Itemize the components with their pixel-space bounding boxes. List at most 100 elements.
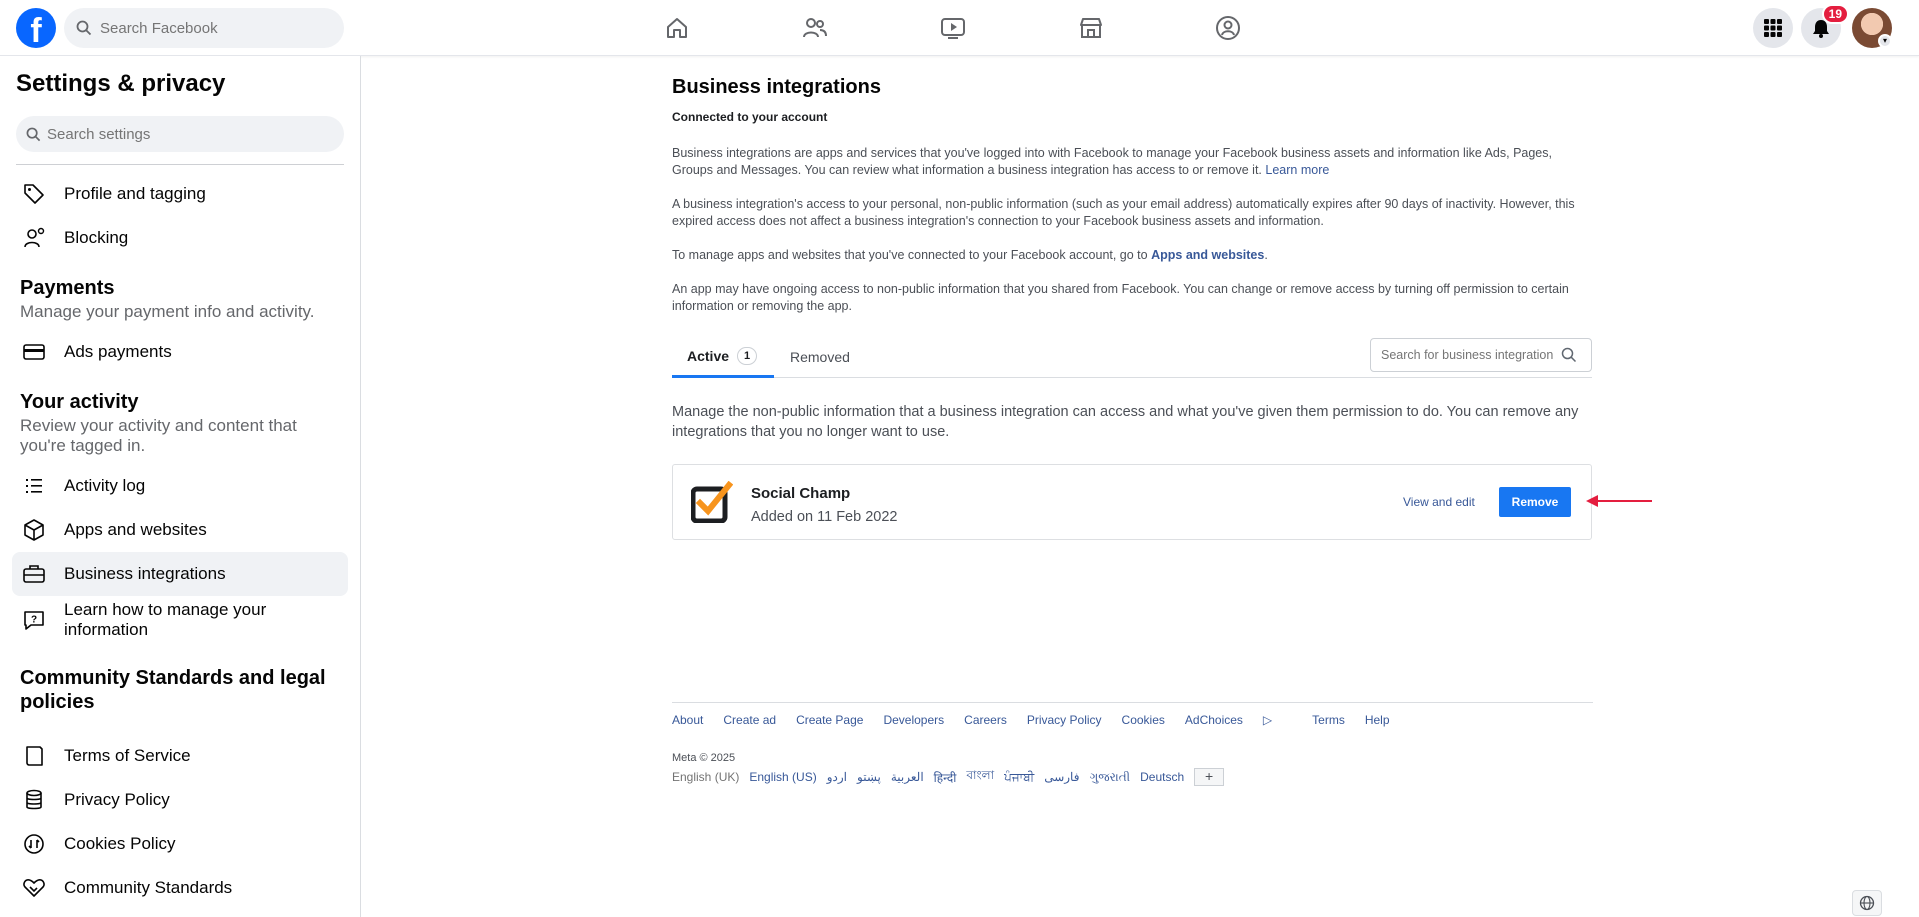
community-heading: Community Standards and legal policies bbox=[20, 667, 326, 713]
friends-nav[interactable] bbox=[785, 0, 845, 56]
settings-search[interactable] bbox=[16, 116, 344, 152]
sidebar-item-business-integrations[interactable]: Business integrations bbox=[12, 552, 348, 596]
cube-icon bbox=[20, 516, 48, 544]
payments-subtitle: Manage your payment info and activity. bbox=[20, 302, 315, 321]
language-link[interactable]: اردو bbox=[827, 770, 847, 784]
facebook-logo[interactable]: f bbox=[16, 8, 56, 48]
page-subtitle: Connected to your account bbox=[672, 110, 828, 124]
globe-icon[interactable] bbox=[1852, 890, 1882, 916]
search-icon bbox=[26, 127, 41, 141]
menu-button[interactable] bbox=[1753, 8, 1793, 48]
settings-search-input[interactable] bbox=[47, 125, 327, 143]
person-block-icon bbox=[20, 224, 48, 252]
sidebar-item-learn-manage[interactable]: ? Learn how to manage your information bbox=[12, 596, 348, 644]
sidebar-item-label: Apps and websites bbox=[64, 520, 207, 539]
footer-link[interactable]: Cookies bbox=[1122, 713, 1165, 727]
card-icon bbox=[20, 338, 48, 366]
description-paragraph-3: To manage apps and websites that you've … bbox=[672, 248, 1268, 262]
integration-card: Social Champ Added on 11 Feb 2022 View a… bbox=[672, 464, 1592, 540]
description-paragraph-1: Business integrations are apps and servi… bbox=[672, 146, 1552, 177]
language-list: English (UK) English (US) اردو پښتو العر… bbox=[672, 767, 1225, 787]
social-champ-logo-icon bbox=[691, 481, 733, 523]
footer-link[interactable]: Developers bbox=[883, 713, 944, 727]
sidebar-item-label: Profile and tagging bbox=[64, 184, 206, 203]
facebook-search-input[interactable] bbox=[100, 19, 320, 37]
footer-link-adchoices[interactable]: AdChoices ▷ bbox=[1185, 713, 1292, 727]
settings-sidebar: Settings & privacy Profile and tagging B… bbox=[0, 56, 361, 917]
description-paragraph-2: A business integration's access to your … bbox=[672, 197, 1575, 228]
sidebar-item-privacy-policy[interactable]: Privacy Policy bbox=[12, 778, 348, 822]
sidebar-item-profile-tagging[interactable]: Profile and tagging bbox=[12, 172, 348, 216]
notifications-button[interactable]: 19 bbox=[1801, 4, 1849, 48]
more-languages-button[interactable]: + bbox=[1194, 768, 1225, 786]
footer-link[interactable]: Help bbox=[1365, 713, 1390, 727]
list-icon bbox=[20, 472, 48, 500]
language-link[interactable]: English (US) bbox=[749, 770, 816, 784]
sidebar-item-label: Terms of Service bbox=[64, 746, 191, 765]
language-link[interactable]: हिन्दी bbox=[934, 769, 957, 786]
home-icon bbox=[667, 18, 687, 38]
active-count-badge: 1 bbox=[737, 346, 758, 365]
footer-link[interactable]: Create ad bbox=[723, 713, 776, 727]
sidebar-divider bbox=[16, 164, 344, 165]
tab-active[interactable]: Active 1 bbox=[672, 336, 774, 378]
watch-nav[interactable] bbox=[923, 0, 983, 56]
sidebar-item-cookies-policy[interactable]: Cookies Policy bbox=[12, 822, 348, 866]
language-link[interactable]: فارسی bbox=[1044, 770, 1079, 784]
integration-added-date: Added on 11 Feb 2022 bbox=[751, 509, 898, 525]
language-link[interactable]: العربية bbox=[891, 770, 924, 784]
sidebar-item-label: Privacy Policy bbox=[64, 790, 170, 809]
tab-removed[interactable]: Removed bbox=[790, 336, 850, 378]
footer-divider bbox=[672, 702, 1593, 703]
footer-link[interactable]: Privacy Policy bbox=[1027, 713, 1102, 727]
sidebar-item-blocking[interactable]: Blocking bbox=[12, 216, 348, 260]
groups-nav[interactable] bbox=[1198, 0, 1258, 56]
grid-menu-icon bbox=[1764, 19, 1782, 37]
video-icon bbox=[941, 18, 965, 39]
language-link[interactable]: ગુજરાતી bbox=[1089, 770, 1130, 785]
business-integration-search-input[interactable] bbox=[1381, 348, 1553, 362]
facebook-search[interactable] bbox=[64, 8, 344, 48]
sidebar-item-community-standards[interactable]: Community Standards bbox=[12, 866, 348, 910]
database-icon bbox=[20, 786, 48, 814]
tag-icon bbox=[20, 180, 48, 208]
marketplace-icon bbox=[1080, 18, 1102, 38]
home-nav[interactable] bbox=[647, 0, 707, 56]
description-paragraph-4: An app may have ongoing access to non-pu… bbox=[672, 282, 1569, 313]
page-title: Business integrations bbox=[672, 76, 881, 98]
footer-link[interactable]: Create Page bbox=[796, 713, 863, 727]
footer-link[interactable]: Terms bbox=[1312, 713, 1345, 727]
svg-text:?: ? bbox=[31, 615, 37, 626]
language-link[interactable]: ਪੰਜਾਬੀ bbox=[1004, 770, 1034, 785]
marketplace-nav[interactable] bbox=[1061, 0, 1121, 56]
remove-button[interactable]: Remove bbox=[1499, 487, 1571, 517]
groups-icon bbox=[1216, 16, 1240, 40]
sidebar-item-apps-websites[interactable]: Apps and websites bbox=[12, 508, 348, 552]
sidebar-item-activity-log[interactable]: Activity log bbox=[12, 464, 348, 508]
manage-intro-text: Manage the non-public information that a… bbox=[672, 404, 1579, 440]
cookie-icon bbox=[20, 830, 48, 858]
language-link[interactable]: বাংলা bbox=[966, 767, 994, 787]
business-integration-search[interactable] bbox=[1370, 338, 1592, 372]
help-chat-icon: ? bbox=[20, 606, 48, 634]
friends-icon bbox=[803, 18, 827, 38]
footer-link[interactable]: About bbox=[672, 713, 703, 727]
search-icon bbox=[76, 20, 92, 36]
adchoices-icon: ▷ bbox=[1262, 713, 1273, 727]
language-link[interactable]: Deutsch bbox=[1140, 770, 1184, 784]
sidebar-title: Settings & privacy bbox=[16, 70, 226, 97]
learn-more-link[interactable]: Learn more bbox=[1265, 163, 1329, 177]
sidebar-item-terms[interactable]: Terms of Service bbox=[12, 734, 348, 778]
apps-websites-link[interactable]: Apps and websites bbox=[1151, 248, 1264, 262]
payments-heading: Payments bbox=[20, 277, 115, 299]
activity-subtitle: Review your activity and content that yo… bbox=[20, 416, 297, 455]
sidebar-item-label: Blocking bbox=[64, 228, 129, 247]
footer-links: About Create ad Create Page Developers C… bbox=[672, 713, 1410, 727]
view-and-edit-link[interactable]: View and edit bbox=[1403, 495, 1475, 509]
sidebar-item-label: Cookies Policy bbox=[64, 834, 176, 853]
footer-link[interactable]: Careers bbox=[964, 713, 1007, 727]
sidebar-item-label: Ads payments bbox=[64, 342, 172, 361]
language-link[interactable]: پښتو bbox=[857, 770, 881, 784]
chevron-down-icon[interactable]: ▾ bbox=[1878, 34, 1892, 48]
sidebar-item-ads-payments[interactable]: Ads payments bbox=[12, 330, 348, 374]
